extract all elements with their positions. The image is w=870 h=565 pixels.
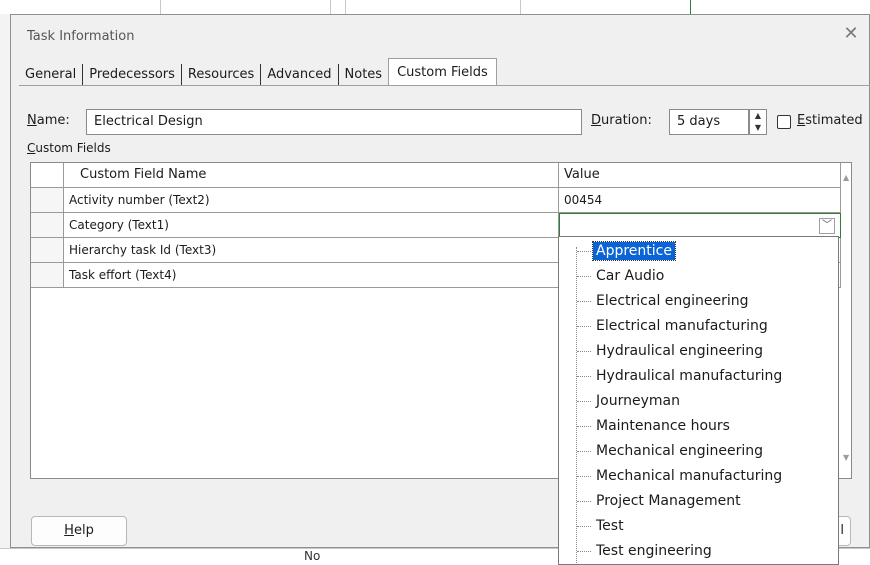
category-dropdown-list: Apprentice Car Audio Electrical engineer… [558,236,839,565]
background-gridline [160,0,161,14]
stepper-down-icon[interactable]: ▼ [750,122,766,134]
category-value-combobox[interactable]: ﹀ [559,213,841,238]
dropdown-option[interactable]: Test engineering [577,539,715,564]
duration-label: Duration: [591,113,652,128]
estimated-label: Estimated [797,113,863,128]
scroll-down-icon[interactable]: ▼ [843,453,849,462]
custom-fields-label: Custom Fields [27,141,111,155]
background-gridline [330,0,331,14]
tab-divider [19,85,870,86]
field-value-cell[interactable]: 00454 [559,188,841,213]
dropdown-option[interactable]: Car Audio [577,264,667,289]
duration-stepper[interactable]: ▲ ▼ [749,109,767,135]
dropdown-option[interactable]: Electrical engineering [577,289,752,314]
row-selector[interactable] [31,238,64,263]
tab-predecessors[interactable]: Predecessors [83,64,182,85]
tab-notes[interactable]: Notes [339,64,389,85]
scroll-up-icon[interactable]: ▲ [843,173,849,182]
row-selector[interactable] [31,188,64,213]
stepper-up-icon[interactable]: ▲ [750,110,766,122]
tab-resources[interactable]: Resources [182,64,262,85]
background-gridline [345,0,346,14]
close-icon[interactable]: ✕ [841,24,861,44]
background-bottom-text: No [304,549,321,563]
dropdown-option[interactable]: Hydraulical engineering [577,339,766,364]
estimated-checkbox[interactable] [777,115,791,129]
dropdown-option[interactable]: Electrical manufacturing [577,314,771,339]
dropdown-option[interactable]: Mechanical manufacturing [577,464,785,489]
row-header-corner [31,163,64,188]
dialog-title: Task Information [27,29,135,44]
tab-general[interactable]: General [19,64,84,85]
chevron-down-icon[interactable]: ﹀ [819,218,835,234]
background-gridline [520,0,521,14]
dropdown-option[interactable]: Apprentice [577,239,676,264]
dropdown-option[interactable]: Project Management [577,489,744,514]
field-name-cell[interactable]: Category (Text1) [64,213,559,238]
dropdown-option[interactable]: Hydraulical manufacturing [577,364,785,389]
tab-custom-fields[interactable]: Custom Fields [388,58,497,86]
dropdown-option[interactable]: Maintenance hours [577,414,733,439]
dropdown-option[interactable]: Test [577,514,627,539]
duration-input[interactable]: 5 days [669,109,749,135]
field-name-cell[interactable]: Activity number (Text2) [64,188,559,213]
help-button[interactable]: Help [31,516,127,546]
tab-bar: General Predecessors Resources Advanced … [19,57,497,86]
background-gridline [690,0,691,14]
table-scrollbar[interactable]: ▲ ▼ [843,163,851,478]
name-label: Name: [27,113,70,128]
tab-advanced[interactable]: Advanced [261,64,339,85]
row-selector[interactable] [31,213,64,238]
column-header-name: Custom Field Name [64,163,559,188]
field-name-cell[interactable]: Hierarchy task Id (Text3) [64,238,559,263]
field-name-cell[interactable]: Task effort (Text4) [64,263,559,288]
column-header-value: Value [559,163,841,188]
background-app-strip [0,0,870,14]
name-input[interactable]: Electrical Design [86,109,582,135]
dropdown-option[interactable]: Journeyman [577,389,683,414]
row-selector[interactable] [31,263,64,288]
dropdown-option[interactable]: Mechanical engineering [577,439,766,464]
